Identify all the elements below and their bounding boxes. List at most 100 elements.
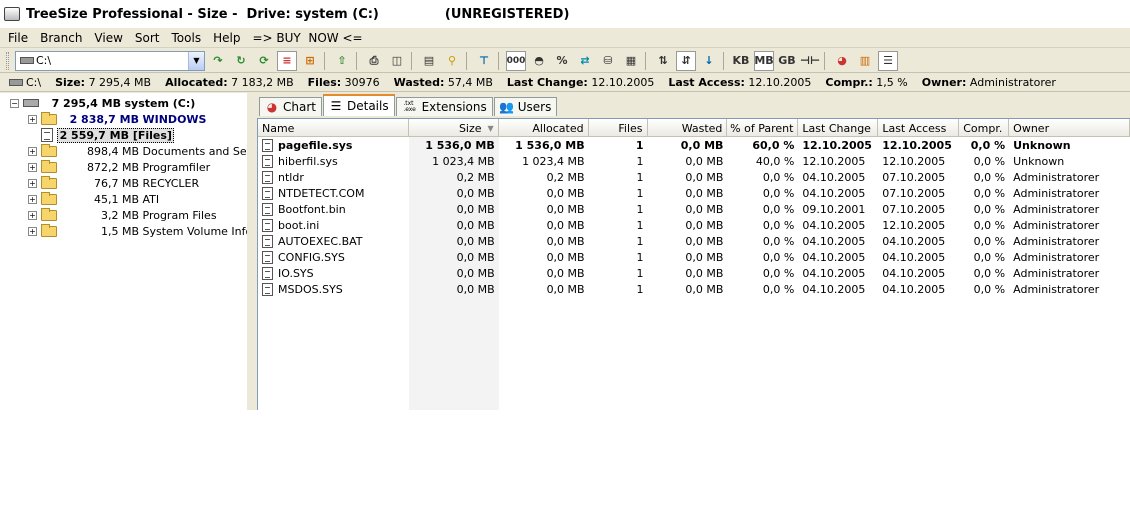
expand-icon[interactable]: + bbox=[28, 114, 37, 124]
table-row[interactable]: pagefile.sys 1 536,0 MB 1 536,0 MB 1 0,0 MB 6… bbox=[258, 137, 1130, 153]
tree-node-programfiler[interactable]: + 872,2 MB Programfiler bbox=[28, 159, 210, 175]
sort-by-size-icon[interactable]: ⇵ bbox=[676, 50, 696, 71]
tree-node-recycler[interactable]: + 76,7 MB RECYCLER bbox=[28, 175, 199, 191]
menu-help[interactable]: Help bbox=[207, 31, 246, 45]
tab-extensions[interactable]: .txt .exe Extensions bbox=[395, 97, 493, 116]
tree-node-documents-and-settings[interactable]: + 898,4 MB Documents and Settings bbox=[28, 143, 247, 159]
cell-owner: Administratorer bbox=[1009, 217, 1130, 233]
unit-kb-button[interactable]: KB bbox=[731, 51, 751, 71]
tree-map-icon[interactable]: ⊤ bbox=[474, 51, 494, 71]
up-folder-icon[interactable]: ⇧ bbox=[332, 51, 352, 71]
column-header-compression[interactable]: Compr. bbox=[959, 119, 1010, 137]
pie-chart-icon[interactable]: ◕ bbox=[832, 51, 852, 71]
column-header-percent-of-parent[interactable]: % of Parent bbox=[727, 119, 799, 137]
refresh-view-icon[interactable]: ⇄ bbox=[575, 51, 595, 71]
expand-icon[interactable]: + bbox=[28, 194, 37, 204]
table-row[interactable]: NTDETECT.COM 0,0 MB 0,0 MB 1 0,0 MB 0,0 % 04.1… bbox=[258, 185, 1130, 201]
filter-icon[interactable]: ≡ bbox=[277, 50, 297, 71]
print-icon[interactable]: ⎙ bbox=[364, 51, 384, 71]
export-icon[interactable]: ▤ bbox=[419, 51, 439, 71]
table-row[interactable]: hiberfil.sys 1 023,4 MB 1 023,4 MB 1 0,0 MB 4… bbox=[258, 153, 1130, 169]
cell-text: 0,0 % bbox=[973, 218, 1006, 232]
cell-last-change: 04.10.2005 bbox=[798, 249, 878, 265]
info-files-value: 30976 bbox=[344, 76, 380, 89]
column-header-label: Last Access bbox=[882, 121, 947, 135]
show-percent-button[interactable]: % bbox=[552, 51, 572, 71]
tree-node-system-volume-information[interactable]: + 1,5 MB System Volume Informat bbox=[28, 223, 247, 239]
refresh-icon[interactable]: ↷ bbox=[208, 51, 228, 71]
column-header-size[interactable]: Size ▼ bbox=[409, 119, 499, 137]
table-row[interactable]: boot.ini 0,0 MB 0,0 MB 1 0,0 MB 0,0 % 04.10.20… bbox=[258, 217, 1130, 233]
tree-node-root[interactable]: − 7 295,4 MB system (C:) bbox=[10, 95, 195, 111]
cell-text: 12.10.2005 bbox=[802, 138, 872, 152]
column-header-files[interactable]: Files bbox=[589, 119, 648, 137]
menu-tools[interactable]: Tools bbox=[166, 31, 208, 45]
print-preview-icon[interactable]: ◫ bbox=[387, 51, 407, 71]
drive-select[interactable]: C:\ ▼ bbox=[15, 50, 205, 71]
expand-icon[interactable]: + bbox=[28, 210, 37, 220]
unit-gb-button[interactable]: GB bbox=[777, 51, 797, 71]
cell-size: 0,0 MB bbox=[409, 185, 499, 201]
column-header-name[interactable]: Name bbox=[258, 119, 409, 137]
reload-icon[interactable]: ⟳ bbox=[254, 51, 274, 71]
table-row[interactable]: IO.SYS 0,0 MB 0,0 MB 1 0,0 MB 0,0 % 04.10.2005… bbox=[258, 265, 1130, 281]
details-view-icon[interactable]: ☰ bbox=[878, 50, 898, 71]
tab-chart[interactable]: ◕ Chart bbox=[259, 97, 322, 116]
cell-text: 04.10.2005 bbox=[802, 186, 866, 200]
tree-node-size: 7 295,4 MB bbox=[51, 96, 121, 110]
menu-branch[interactable]: Branch bbox=[34, 31, 88, 45]
expand-icon[interactable]: + bbox=[28, 146, 37, 156]
unit-mb-button[interactable]: MB bbox=[754, 50, 774, 71]
tab-users[interactable]: 👥 Users bbox=[493, 97, 558, 116]
cell-compression: 0,0 % bbox=[959, 265, 1009, 281]
options-icon[interactable]: ⚲ bbox=[442, 51, 462, 71]
column-header-allocated[interactable]: Allocated bbox=[499, 119, 589, 137]
table-row[interactable]: ntldr 0,2 MB 0,2 MB 1 0,0 MB 0,0 % 04.10.2005 0… bbox=[258, 169, 1130, 185]
tree-node-program-files[interactable]: + 3,2 MB Program Files bbox=[28, 207, 217, 223]
tree-expand-icon[interactable]: ⊞ bbox=[300, 51, 320, 71]
details-grid[interactable]: Name Size ▼ Allocated Files Wasted % of P… bbox=[257, 118, 1130, 410]
tree-node-size: 2 559,7 MB bbox=[59, 128, 129, 142]
menu-buy-now[interactable]: => BUY NOW <= bbox=[246, 31, 368, 45]
tree-node-files[interactable]: 2 559,7 MB [Files] bbox=[41, 127, 174, 143]
toolbar-grip[interactable] bbox=[6, 51, 9, 70]
tree-node-ati[interactable]: + 45,1 MB ATI bbox=[28, 191, 159, 207]
cell-text: 0,0 MB bbox=[546, 234, 585, 248]
expand-icon[interactable]: + bbox=[28, 226, 37, 236]
collapse-icon[interactable]: − bbox=[10, 98, 19, 108]
tree-node-windows[interactable]: + 2 838,7 MB WINDOWS bbox=[28, 111, 206, 127]
table-row[interactable]: Bootfont.bin 0,0 MB 0,0 MB 1 0,0 MB 0,0 % 09.1… bbox=[258, 201, 1130, 217]
expand-icon[interactable]: + bbox=[28, 162, 37, 172]
column-header-wasted[interactable]: Wasted bbox=[648, 119, 728, 137]
bar-chart-icon[interactable]: ▥ bbox=[855, 51, 875, 71]
drive-info-icon[interactable]: ⛁ bbox=[598, 51, 618, 71]
menu-file[interactable]: File bbox=[2, 31, 34, 45]
tree-node-size: 3,2 MB bbox=[100, 208, 139, 222]
column-header-label: Allocated bbox=[532, 121, 584, 135]
title-bar: TreeSize Professional - Size - Drive: sy… bbox=[0, 0, 1130, 28]
drive-select-value: C:\ bbox=[36, 54, 52, 67]
pie-chart-icon: ◕ bbox=[266, 100, 278, 114]
grid-view-icon[interactable]: ▦ bbox=[621, 51, 641, 71]
table-row[interactable]: CONFIG.SYS 0,0 MB 0,0 MB 1 0,0 MB 0,0 % 04.10.… bbox=[258, 249, 1130, 265]
cell-text: 04.10.2005 bbox=[802, 282, 866, 296]
info-size-value: 7 295,4 MB bbox=[88, 76, 152, 89]
show-count-button[interactable]: 000 bbox=[506, 50, 526, 71]
sort-descending-icon[interactable]: ↓ bbox=[699, 51, 719, 71]
column-header-owner[interactable]: Owner bbox=[1009, 119, 1130, 137]
sort-by-name-icon[interactable]: ⇅ bbox=[653, 51, 673, 71]
table-row[interactable]: AUTOEXEC.BAT 0,0 MB 0,0 MB 1 0,0 MB 0,0 % 04.1… bbox=[258, 233, 1130, 249]
column-header-last-access[interactable]: Last Access bbox=[878, 119, 960, 137]
disk-size-icon[interactable]: ◓ bbox=[529, 51, 549, 71]
auto-unit-icon[interactable]: ⊣⊢ bbox=[800, 51, 820, 71]
table-row[interactable]: MSDOS.SYS 0,0 MB 0,0 MB 1 0,0 MB 0,0 % 04.10.2… bbox=[258, 281, 1130, 297]
column-header-last-change[interactable]: Last Change bbox=[798, 119, 879, 137]
menu-view[interactable]: View bbox=[88, 31, 128, 45]
chevron-down-icon[interactable]: ▼ bbox=[188, 51, 204, 70]
expand-icon[interactable]: + bbox=[28, 178, 37, 188]
cell-text: 0,0 MB bbox=[685, 234, 724, 248]
folder-tree[interactable]: − 7 295,4 MB system (C:) + 2 838,7 MB WI… bbox=[0, 93, 250, 410]
refresh-branch-icon[interactable]: ↻ bbox=[231, 51, 251, 71]
tab-details[interactable]: ☰ Details bbox=[322, 94, 395, 116]
menu-sort[interactable]: Sort bbox=[129, 31, 166, 45]
